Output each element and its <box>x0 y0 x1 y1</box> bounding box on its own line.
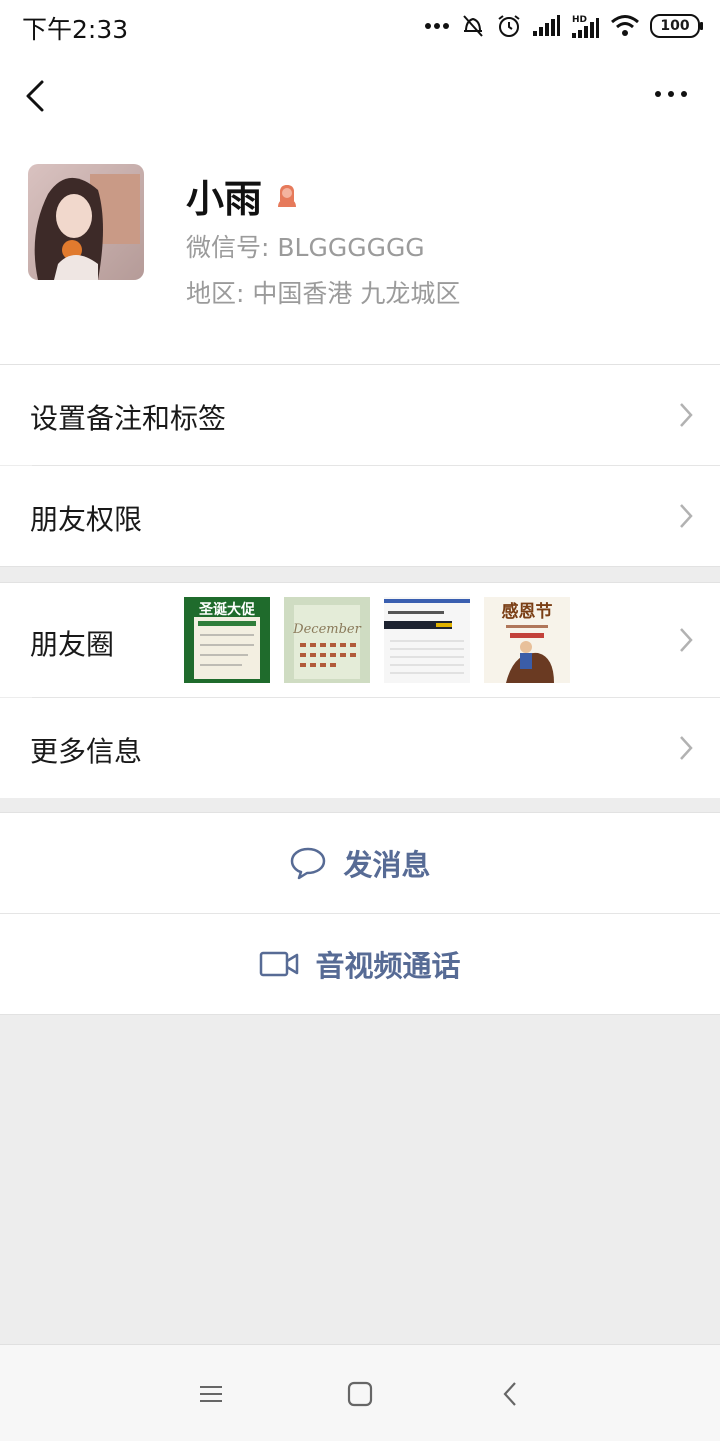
thumb-title: 感恩节 <box>502 601 553 622</box>
section-divider <box>0 566 720 567</box>
friend-permission-label: 朋友权限 <box>30 503 143 536</box>
back-button[interactable] <box>18 74 58 118</box>
region: 地区: 中国香港 九龙城区 <box>186 279 461 308</box>
status-time: 下午2:33 <box>22 15 129 44</box>
moments-row[interactable]: 朋友圈 圣诞大促 December 感恩节 <box>0 583 720 697</box>
wifi-icon <box>610 14 640 38</box>
friend-permission-row[interactable]: 朋友权限 <box>0 466 720 566</box>
remark-tags-label: 设置备注和标签 <box>30 402 227 435</box>
section-divider <box>0 1014 720 1015</box>
alarm-icon <box>496 13 522 39</box>
chevron-right-icon <box>680 504 693 528</box>
moments-thumbnails: 圣诞大促 December 感恩节 <box>184 597 570 683</box>
avatar-image <box>28 164 144 280</box>
more-info-row[interactable]: 更多信息 <box>0 698 720 798</box>
chat-bubble-icon <box>291 847 326 880</box>
back-arrow-icon <box>26 80 44 112</box>
mute-icon <box>460 13 486 39</box>
wechat-id: 微信号: BLGGGGGG <box>186 233 425 262</box>
contact-name: 小雨 <box>186 177 263 221</box>
signal-icon <box>532 15 560 37</box>
hd-signal-icon: HD <box>570 13 600 39</box>
thumb-title: 圣诞大促 <box>198 601 256 618</box>
status-icons: HD 100 <box>424 8 703 44</box>
status-bar: 下午2:33 HD 100 <box>0 0 720 52</box>
female-icon <box>272 181 302 211</box>
send-message-label: 发消息 <box>343 848 431 882</box>
avatar[interactable] <box>28 164 144 280</box>
name-row: 小雨 <box>186 168 302 223</box>
dots-icon <box>424 22 450 30</box>
more-dots-icon <box>655 91 687 97</box>
profile-header: 小雨 微信号: BLGGGGGG 地区: 中国香港 九龙城区 <box>0 138 720 364</box>
moments-label: 朋友圈 <box>30 628 115 661</box>
webpage-screenshot-image <box>384 597 470 683</box>
remark-tags-row[interactable]: 设置备注和标签 <box>0 365 720 465</box>
video-call-label: 音视频通话 <box>315 949 461 983</box>
chevron-right-icon <box>680 736 693 760</box>
moments-thumbnail[interactable] <box>384 597 470 683</box>
more-button[interactable] <box>652 82 692 106</box>
chevron-right-icon <box>680 628 693 652</box>
chevron-right-icon <box>680 403 693 427</box>
moments-thumbnail[interactable]: 感恩节 <box>484 597 570 683</box>
system-back-icon[interactable] <box>496 1379 526 1409</box>
moments-thumbnail[interactable]: 圣诞大促 <box>184 597 270 683</box>
nav-bar <box>0 52 720 138</box>
battery-level: 100 <box>660 18 690 34</box>
video-call-button[interactable]: 音视频通话 <box>0 914 720 1014</box>
thanksgiving-image: 感恩节 <box>484 597 570 683</box>
christmas-sale-image: 圣诞大促 <box>184 597 270 683</box>
video-camera-icon <box>260 951 299 977</box>
december-calendar-image: December <box>284 597 370 683</box>
thumb-title: December <box>292 622 361 637</box>
system-nav-bar <box>0 1344 720 1441</box>
send-message-button[interactable]: 发消息 <box>0 813 720 913</box>
menu-icon[interactable] <box>196 1379 226 1409</box>
home-icon[interactable] <box>345 1379 375 1409</box>
battery-icon: 100 <box>650 14 703 38</box>
moments-thumbnail[interactable]: December <box>284 597 370 683</box>
svg-text:HD: HD <box>572 15 587 25</box>
more-info-label: 更多信息 <box>30 735 143 768</box>
